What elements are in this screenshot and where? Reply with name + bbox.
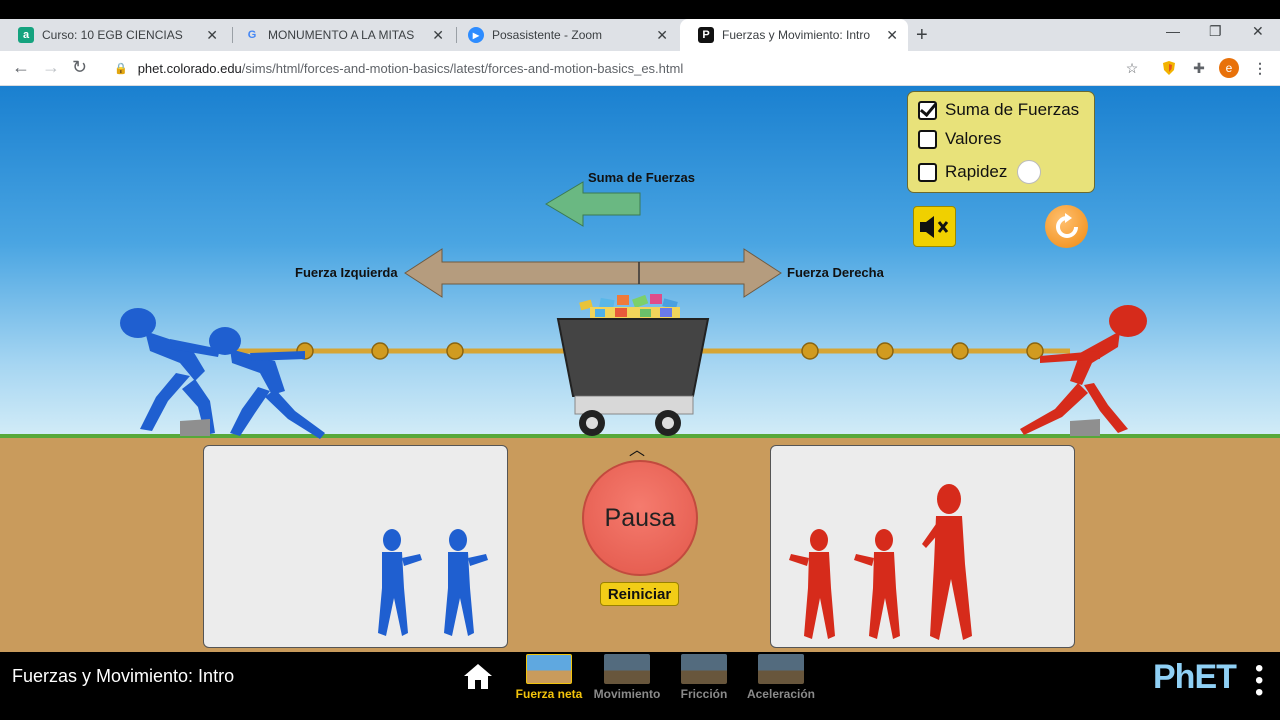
checkbox-box[interactable] bbox=[918, 100, 937, 120]
pause-label: Pausa bbox=[604, 503, 676, 532]
tab-title: MONUMENTO A LA MITAS DEL bbox=[268, 28, 418, 42]
checkbox-label: Rapidez bbox=[945, 162, 1008, 181]
profile-avatar[interactable]: e bbox=[1219, 58, 1239, 78]
checkbox-label: Suma de Fuerzas bbox=[945, 100, 1080, 119]
zoom-favicon-icon: ▶ bbox=[468, 27, 484, 43]
friction-thumbnail bbox=[681, 654, 727, 684]
tab-title: Fuerzas y Movimiento: Intro bbox=[722, 28, 871, 42]
phet-menu-icon[interactable]: • • • bbox=[1255, 657, 1263, 705]
right-pullers-available[interactable] bbox=[786, 484, 986, 646]
motion-thumbnail bbox=[604, 654, 650, 684]
checkbox-box[interactable] bbox=[918, 129, 937, 149]
chevron-up-icon: ︿ bbox=[629, 442, 646, 459]
google-favicon-icon: G bbox=[247, 29, 257, 41]
sim-title: Fuerzas y Movimiento: Intro bbox=[12, 666, 235, 686]
acceleration-thumbnail bbox=[758, 654, 804, 684]
right-team-puller bbox=[1020, 305, 1147, 436]
reset-label: Reiniciar bbox=[607, 585, 672, 603]
mute-sound-button[interactable] bbox=[913, 206, 956, 247]
screen-tab-label: Aceleración bbox=[746, 687, 816, 701]
tab-title: Curso: 10 EGB CIENCIAS bbox=[42, 28, 183, 42]
left-force-label: Fuerza Izquierda bbox=[295, 265, 398, 280]
window-close-icon[interactable]: ✕ bbox=[1252, 23, 1264, 40]
screen-tab-friction[interactable]: Fricción bbox=[664, 654, 744, 701]
reset-all-button[interactable] bbox=[1045, 205, 1088, 248]
checkbox-speed[interactable]: Rapidez bbox=[918, 160, 1042, 184]
tab-strip: a Curso: 10 EGB CIENCIAS ✕ G MONUMENTO A… bbox=[0, 19, 1280, 51]
right-pullers-toolbox bbox=[770, 445, 1075, 648]
close-tab-icon[interactable]: ✕ bbox=[656, 27, 668, 44]
back-arrow-icon[interactable]: ← bbox=[12, 57, 30, 78]
net-force-thumbnail bbox=[526, 654, 572, 684]
pause-button[interactable]: Pausa bbox=[582, 460, 698, 576]
sum-forces-arrow bbox=[545, 181, 641, 227]
browser-menu-icon[interactable]: ⋮ bbox=[1250, 58, 1270, 78]
restore-icon[interactable]: ❐ bbox=[1209, 23, 1222, 40]
screen-tab-acceleration[interactable]: Aceleración bbox=[741, 654, 821, 701]
checkbox-label: Valores bbox=[945, 129, 1002, 148]
browser-tab-phet-active[interactable]: P Fuerzas y Movimiento: Intro ✕ bbox=[680, 19, 908, 51]
home-button[interactable] bbox=[462, 662, 494, 695]
course-favicon-icon: a bbox=[18, 27, 34, 43]
url-field[interactable]: 🔒 phet.colorado.edu/sims/html/forces-and… bbox=[104, 55, 1144, 82]
screen-tab-net-force[interactable]: Fuerza neta bbox=[509, 654, 589, 701]
reset-arrow-icon bbox=[1055, 212, 1078, 238]
speaker-muted-icon bbox=[919, 215, 948, 238]
left-team-pullers bbox=[120, 308, 325, 439]
url-path: /sims/html/forces-and-motion-basics/late… bbox=[241, 61, 684, 76]
tab-title: Posasistente - Zoom bbox=[492, 28, 603, 42]
screen-tab-motion[interactable]: Movimiento bbox=[587, 654, 667, 701]
left-pullers-available[interactable] bbox=[372, 528, 497, 646]
screen-tab-label: Fricción bbox=[680, 687, 728, 701]
screen-tab-label: Movimiento bbox=[593, 687, 661, 701]
reload-icon[interactable]: ↻ bbox=[72, 57, 87, 78]
toy-cart bbox=[556, 294, 710, 436]
right-force-label: Fuerza Derecha bbox=[787, 265, 884, 280]
phet-favicon-icon: P bbox=[698, 27, 714, 43]
checkbox-box[interactable] bbox=[918, 162, 937, 182]
checkbox-values[interactable]: Valores bbox=[918, 129, 1001, 149]
phet-logo[interactable]: PhET bbox=[1153, 658, 1237, 697]
left-pullers-toolbox bbox=[203, 445, 508, 648]
close-tab-icon[interactable]: ✕ bbox=[206, 27, 218, 44]
extensions-puzzle-icon[interactable]: ✚ bbox=[1189, 58, 1209, 78]
new-tab-icon[interactable]: + bbox=[916, 24, 928, 47]
speedometer-icon bbox=[1017, 160, 1042, 184]
screen-top-border bbox=[0, 0, 1280, 19]
browser-tab-monumento[interactable]: G MONUMENTO A LA MITAS DEL ✕ bbox=[226, 19, 454, 51]
home-icon bbox=[464, 664, 492, 689]
screen-tab-label: Fuerza neta bbox=[515, 687, 583, 701]
minimize-icon[interactable]: — bbox=[1166, 23, 1180, 39]
shield-extension-icon[interactable] bbox=[1159, 58, 1179, 78]
address-bar-row: ← → ↻ 🔒 phet.colorado.edu/sims/html/forc… bbox=[0, 51, 1280, 86]
navigation-bar: Fuerzas y Movimiento: Intro Fuerza neta … bbox=[0, 652, 1280, 720]
lock-icon: 🔒 bbox=[114, 63, 128, 75]
options-panel: Suma de Fuerzas Valores Rapidez bbox=[907, 91, 1095, 193]
close-tab-icon[interactable]: ✕ bbox=[432, 27, 444, 44]
simulation-canvas: Suma de Fuerzas Valores Rapidez Suma de … bbox=[0, 86, 1280, 652]
forward-arrow-icon[interactable]: → bbox=[42, 57, 60, 78]
url-host: phet.colorado.edu bbox=[137, 61, 242, 76]
browser-tab-course[interactable]: a Curso: 10 EGB CIENCIAS ✕ bbox=[0, 19, 228, 51]
browser-tab-zoom[interactable]: ▶ Posasistente - Zoom ✕ bbox=[450, 19, 678, 51]
checkbox-sum-of-forces[interactable]: Suma de Fuerzas bbox=[918, 100, 1079, 120]
reset-button[interactable]: Reiniciar bbox=[600, 582, 679, 606]
bookmark-star-icon[interactable]: ☆ bbox=[1122, 58, 1142, 78]
close-tab-icon[interactable]: ✕ bbox=[886, 27, 898, 44]
